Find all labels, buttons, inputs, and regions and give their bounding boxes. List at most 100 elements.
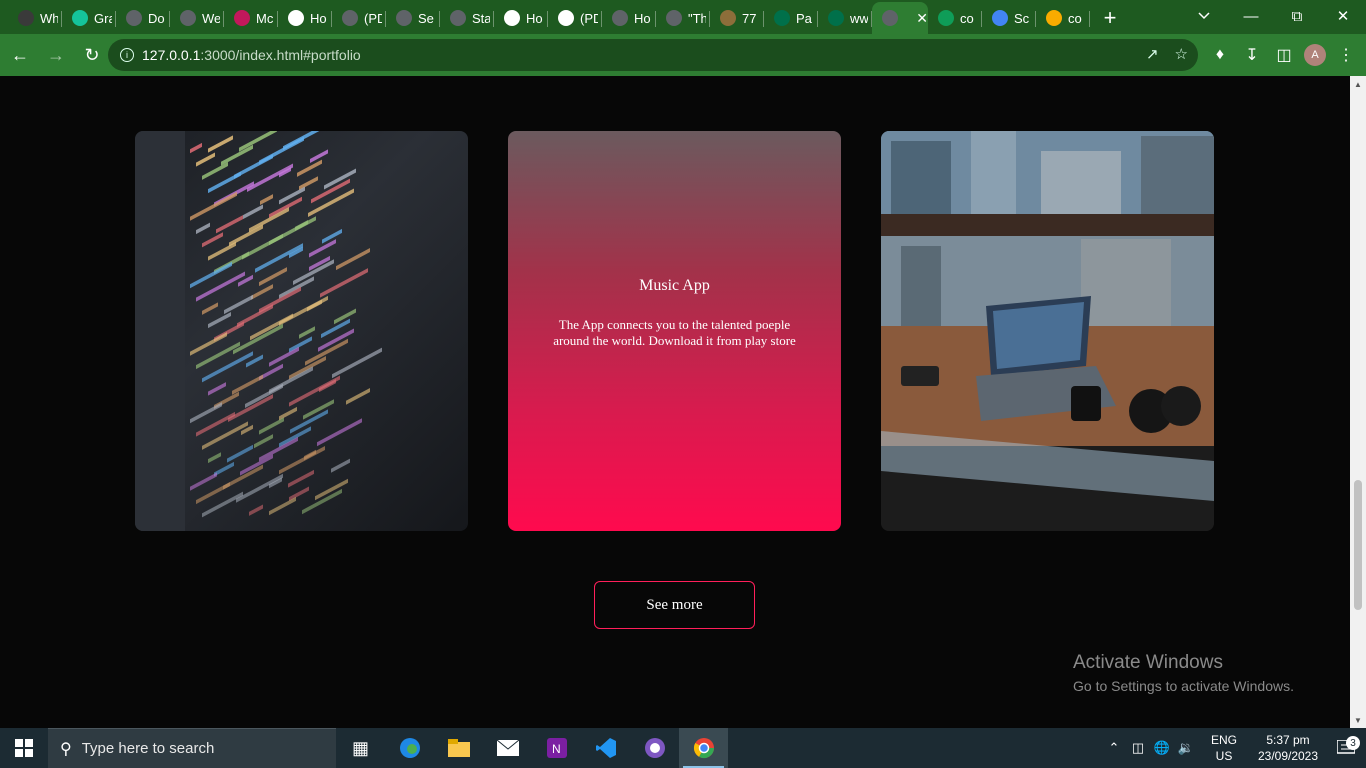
share-icon[interactable]: ↗ [1146,45,1159,63]
github-desktop-icon[interactable] [630,728,679,768]
code-line [293,259,334,285]
battery-icon[interactable]: ◫ [1126,740,1150,756]
browser-tab[interactable]: Pa [764,2,818,34]
code-line [232,374,263,395]
extensions-icon[interactable]: ♦ [1208,39,1232,71]
code-line [308,188,354,218]
browser-tab[interactable]: co [1036,2,1090,34]
starbucks-icon [828,10,844,26]
browser-tab[interactable]: Ho [494,2,548,34]
url-text[interactable]: 127.0.0.1:3000/index.html#portfolio [142,47,361,63]
volume-icon[interactable]: 🔉 [1174,740,1198,756]
see-more-button[interactable]: See more [594,581,755,629]
network-icon[interactable]: 🌐 [1150,740,1174,756]
code-line [279,445,325,475]
browser-tab[interactable]: Ho [602,2,656,34]
close-tab-icon[interactable]: ✕ [916,10,928,27]
side-panel-icon[interactable]: ◫ [1272,39,1296,71]
file-explorer-icon[interactable] [434,728,483,768]
mc-icon [234,10,250,26]
code-line [202,302,218,315]
browser-tab[interactable]: Do [116,2,170,34]
scroll-up-icon[interactable]: ▲ [1350,76,1366,92]
downloads-icon[interactable]: ↧ [1240,39,1264,71]
onenote-icon[interactable]: N [532,728,581,768]
bookmark-star-icon[interactable]: ☆ [1175,45,1188,63]
notification-center-icon[interactable]: 3 [1326,736,1366,756]
browser-tab[interactable]: 77 [710,2,764,34]
activate-windows-watermark: Activate Windows Go to Settings to activ… [1073,652,1294,694]
chrome-menu-icon[interactable]: ⋮ [1334,39,1358,71]
taskbar-search[interactable]: ⚲ Type here to search [48,728,336,768]
code-line [299,176,318,191]
browser-tab[interactable]: Wh [8,2,62,34]
back-button[interactable]: ← [4,39,36,71]
sheet-icon [504,10,520,26]
code-line [336,248,370,271]
clock[interactable]: 5:37 pm 23/09/2023 [1250,732,1326,764]
code-line [190,142,202,154]
portfolio-card-music-app[interactable]: Music App The App connects you to the ta… [508,131,841,531]
edge-icon[interactable] [385,728,434,768]
start-button[interactable] [0,728,48,768]
browser-tab[interactable]: (PD [548,2,602,34]
site-info-icon[interactable]: i [120,48,134,62]
new-tab-button[interactable]: + [1090,2,1130,34]
browser-toolbar: ← → ↻ i 127.0.0.1:3000/index.html#portfo… [0,34,1366,76]
browser-tab[interactable]: co [928,2,982,34]
portfolio-card-laptop[interactable] [881,131,1214,531]
language-indicator[interactable]: ENG US [1204,732,1244,764]
code-line [202,162,228,180]
browser-tab[interactable]: Sc [982,2,1036,34]
code-line [279,406,297,421]
researchgate-icon [558,10,574,26]
chrome-taskbar-icon[interactable] [679,728,728,768]
tab-title: Do [148,10,165,26]
browser-tab[interactable]: We [170,2,224,34]
mail-icon[interactable] [483,728,532,768]
restore-button[interactable]: ⧉ [1274,0,1320,32]
browser-tab[interactable]: Mc [224,2,278,34]
browser-tab[interactable]: "Th [656,2,710,34]
code-line [289,355,326,380]
globe-icon [450,10,466,26]
close-window-button[interactable]: ✕ [1320,0,1366,32]
forward-button[interactable]: → [40,39,72,71]
profile-avatar[interactable]: A [1304,44,1326,66]
page-scrollbar[interactable]: ▲ ▼ [1350,76,1366,728]
scroll-down-icon[interactable]: ▼ [1350,712,1366,728]
tab-title: (PD [364,10,382,26]
task-view-icon[interactable]: ▦ [336,728,385,768]
code-line [228,394,273,423]
tab-title: Gra [94,10,112,26]
browser-tab[interactable]: ww [818,2,872,34]
browser-tab[interactable]: Sta [440,2,494,34]
scrollbar-thumb[interactable] [1354,480,1362,610]
tab-title: co [1068,10,1082,26]
code-line [224,294,253,315]
browser-tab[interactable]: Se [386,2,440,34]
browser-tab[interactable]: Gra [62,2,116,34]
tab-title: "Th [688,10,706,26]
tab-search-icon[interactable] [1190,4,1218,28]
code-line [240,454,273,476]
code-line [196,222,210,235]
portfolio-card-code[interactable] [135,131,468,531]
card-title: Music App [639,277,710,294]
browser-tab[interactable]: ✕ [872,2,928,34]
browser-tab[interactable]: Ho [278,2,332,34]
code-line [190,402,222,424]
address-bar[interactable]: i 127.0.0.1:3000/index.html#portfolio ↗ … [108,39,1198,71]
code-line [259,267,287,287]
tab-title: co [960,10,974,26]
globe-icon [180,10,196,26]
browser-tab[interactable]: (PD [332,2,386,34]
code-line [331,458,350,473]
vscode-icon[interactable] [581,728,630,768]
code-line [243,204,263,220]
chevron-up-icon[interactable]: ⌃ [1102,740,1126,756]
system-tray: ⌃ ◫ 🌐 🔉 ENG US 5:37 pm 23/09/2023 3 [1102,728,1366,768]
tab-title: Ho [634,10,651,26]
minimize-button[interactable]: — [1228,0,1274,32]
reload-button[interactable]: ↻ [76,39,108,71]
